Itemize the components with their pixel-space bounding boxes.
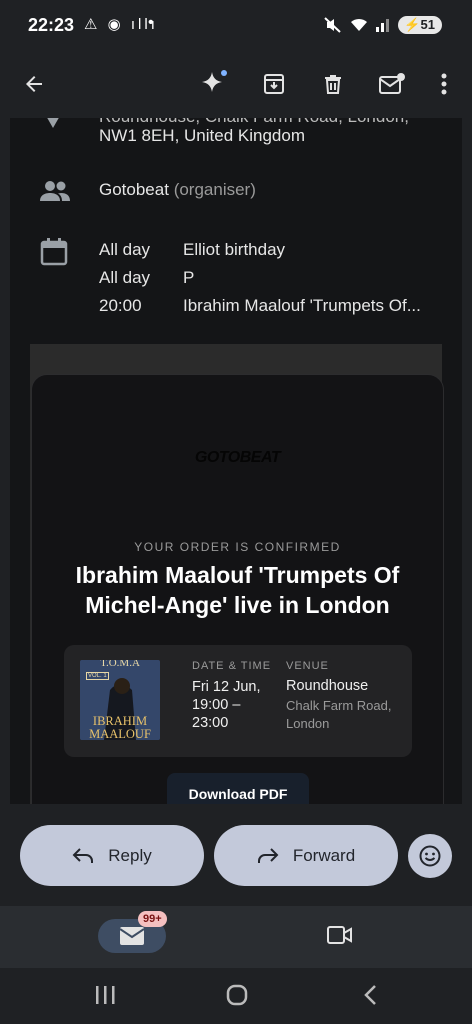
calendar-entry[interactable]: All day Elliot birthday bbox=[99, 240, 285, 260]
delete-button[interactable] bbox=[313, 64, 353, 104]
order-confirmed-label: YOUR ORDER IS CONFIRMED bbox=[134, 540, 341, 554]
event-info-box: T.O.M.A VOL. 1 IBRAHIM MAALOUF DATE & TI… bbox=[64, 645, 412, 757]
poster-vol-text: VOL. 1 bbox=[86, 672, 109, 680]
more-options-button[interactable] bbox=[424, 64, 464, 104]
more-vert-icon bbox=[441, 73, 447, 95]
organiser-name: Gotobeat bbox=[99, 180, 169, 199]
arrow-left-icon bbox=[26, 76, 42, 92]
download-pdf-button[interactable]: Download PDF bbox=[167, 773, 309, 804]
calendar-icon bbox=[40, 238, 68, 266]
sparkle-icon bbox=[202, 70, 227, 92]
email-body[interactable]: Roundhouse, Chalk Farm Road, London, NW1… bbox=[10, 118, 462, 804]
signal-icon bbox=[376, 19, 390, 32]
gotobeat-logo: GOTOBEAT bbox=[194, 449, 281, 466]
smiley-icon bbox=[419, 845, 441, 867]
home-icon bbox=[226, 984, 248, 1006]
calendar-entry[interactable]: 20:00 Ibrahim Maalouf 'Trumpets Of... bbox=[99, 296, 421, 316]
chevron-left-icon bbox=[364, 985, 376, 1005]
order-confirmation-card: GOTOBEAT YOUR ORDER IS CONFIRMED Ibrahim… bbox=[31, 374, 444, 804]
location-pin-icon bbox=[47, 118, 59, 128]
venue-label: VENUE bbox=[286, 660, 329, 672]
nav-meet-tab[interactable] bbox=[326, 924, 354, 951]
organiser: Gotobeat (organiser) bbox=[99, 180, 256, 200]
wifi-icon bbox=[351, 18, 368, 31]
venue-name: Roundhouse bbox=[286, 678, 369, 694]
event-title: Ibrahim Maalouf 'Trumpets Of Michel-Ange… bbox=[75, 562, 400, 618]
date-time-label: DATE & TIME bbox=[192, 660, 272, 672]
calendar-entry[interactable]: All day P bbox=[99, 268, 194, 288]
home-button[interactable] bbox=[226, 984, 248, 1011]
battery-indicator: ⚡51 bbox=[398, 16, 442, 34]
reply-label: Reply bbox=[108, 845, 152, 865]
emoji-reaction-button[interactable] bbox=[408, 834, 452, 878]
system-navigation-bar bbox=[0, 968, 472, 1024]
people-icon bbox=[40, 181, 70, 201]
trash-icon bbox=[325, 75, 341, 94]
status-dot: • bbox=[148, 14, 154, 31]
event-location-line2: NW1 8EH, United Kingdom bbox=[99, 126, 305, 145]
bottom-navigation: 99+ bbox=[0, 906, 472, 968]
mute-icon bbox=[324, 17, 342, 33]
mail-unread-badge: 99+ bbox=[138, 911, 167, 927]
recent-apps-button[interactable] bbox=[94, 985, 116, 1010]
organiser-role: (organiser) bbox=[173, 180, 256, 199]
archive-button[interactable] bbox=[254, 64, 294, 104]
poster-artist-text: IBRAHIM MAALOUF bbox=[89, 714, 151, 741]
status-time: 22:23 bbox=[28, 15, 75, 35]
reply-icon bbox=[72, 847, 94, 863]
calendar-entry-title: Ibrahim Maalouf 'Trumpets Of... bbox=[183, 296, 421, 315]
calendar-entry-time: 20:00 bbox=[99, 296, 142, 315]
email-toolbar bbox=[0, 52, 472, 116]
forward-icon bbox=[257, 847, 279, 863]
back-nav-button[interactable] bbox=[362, 984, 378, 1011]
status-bar: 22:23 ⚠ ◉ ıllı • ⚡51 bbox=[0, 0, 472, 52]
status-notification-icons: ⚠ ◉ ıllı bbox=[84, 16, 158, 33]
mark-unread-button[interactable] bbox=[372, 64, 412, 104]
date-time-value: Fri 12 Jun, 19:00 – 23:00 bbox=[192, 679, 261, 731]
reply-button[interactable]: Reply bbox=[20, 825, 204, 886]
calendar-entry-title: P bbox=[183, 268, 195, 287]
forward-button[interactable]: Forward bbox=[214, 825, 398, 886]
battery-level: 51 bbox=[420, 17, 435, 32]
venue-address: Chalk Farm Road, London bbox=[286, 698, 392, 731]
poster-top-text: T.O.M.A bbox=[100, 660, 140, 669]
archive-icon bbox=[264, 74, 284, 94]
gemini-summary-button[interactable] bbox=[194, 64, 234, 104]
video-camera-icon bbox=[327, 926, 352, 944]
calendar-entry-time: All day bbox=[99, 240, 151, 259]
mark-unread-icon bbox=[379, 73, 405, 94]
calendar-entry-title: Elliot birthday bbox=[183, 240, 286, 259]
calendar-entry-time: All day bbox=[99, 268, 151, 287]
event-poster-image: T.O.M.A VOL. 1 IBRAHIM MAALOUF bbox=[80, 660, 160, 740]
back-button[interactable] bbox=[14, 64, 54, 104]
recent-apps-icon bbox=[96, 986, 115, 1004]
status-right-icons: ⚡51 bbox=[324, 15, 442, 35]
mail-icon bbox=[119, 927, 145, 945]
forward-label: Forward bbox=[292, 845, 356, 865]
